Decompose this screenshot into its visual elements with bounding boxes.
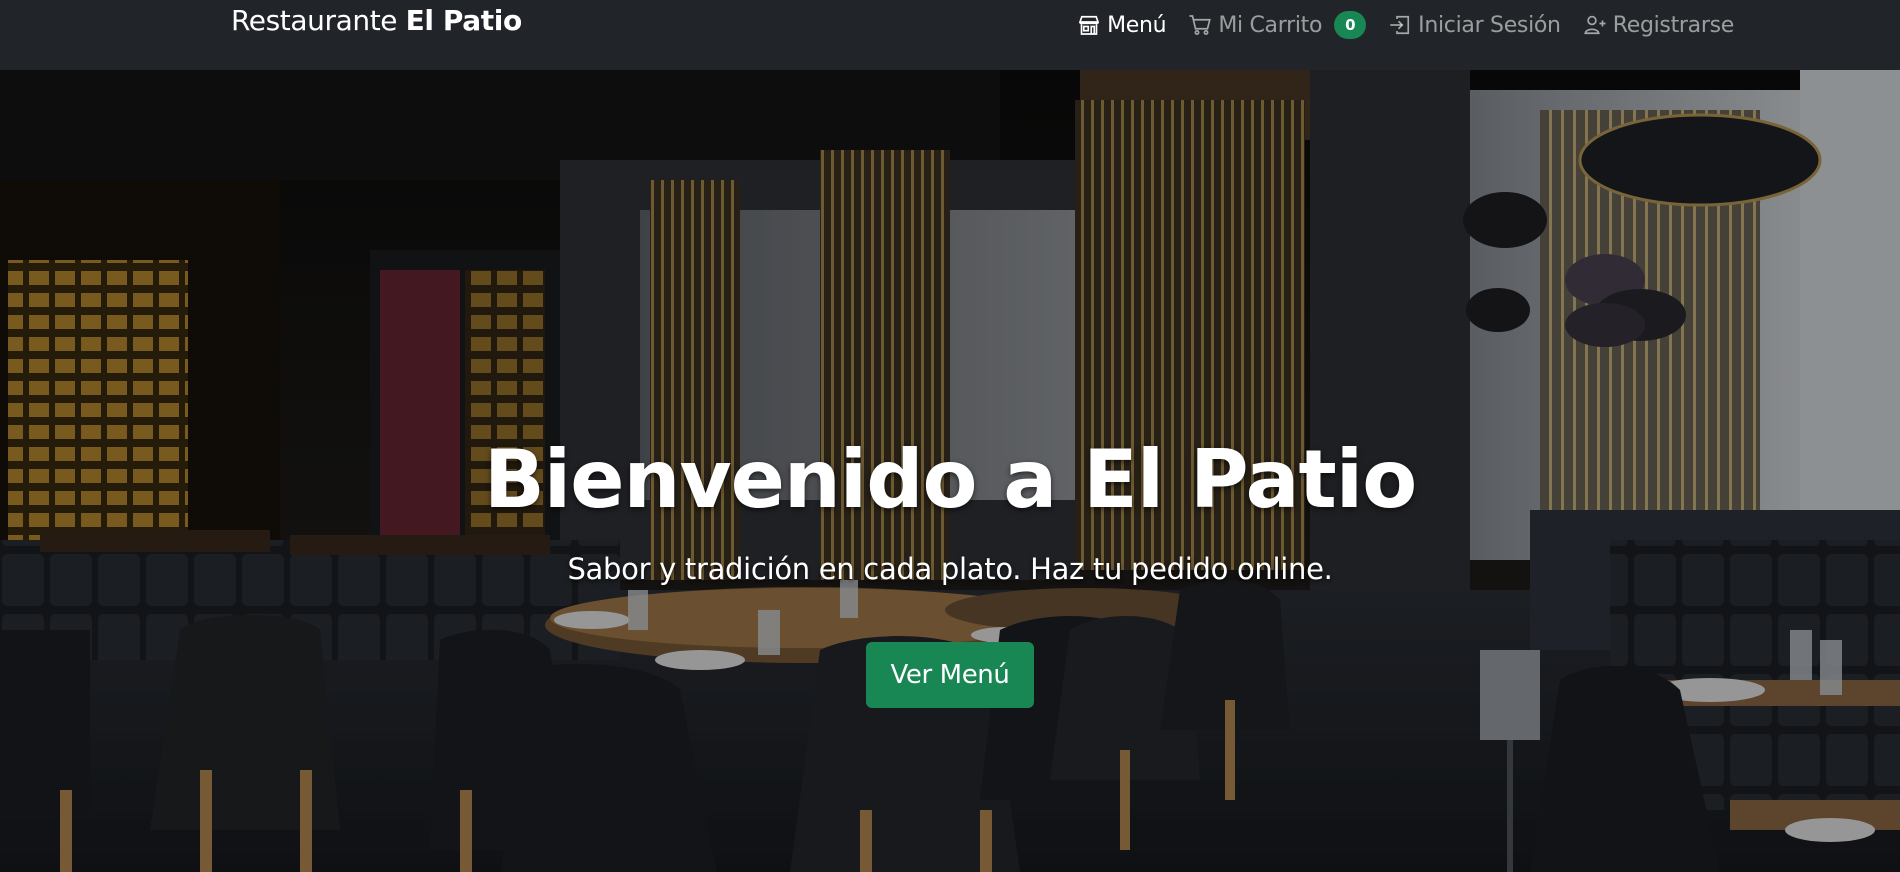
nav-item-menu[interactable]: Menú (1077, 12, 1167, 38)
nav-item-label: Menú (1107, 12, 1167, 38)
brand-prefix: Restaurante (231, 4, 406, 37)
nav-item-login[interactable]: Iniciar Sesión (1388, 13, 1561, 38)
shop-icon (1077, 13, 1101, 37)
nav-links: Menú Mi Carrito 0 Iniciar Sesión Registr… (1077, 8, 1734, 42)
cart-count-badge: 0 (1334, 11, 1367, 39)
hero-subtitle: Sabor y tradición en cada plato. Haz tu … (567, 552, 1333, 586)
cart-icon (1188, 13, 1212, 37)
person-plus-icon (1583, 13, 1607, 37)
hero-title: Bienvenido a El Patio (483, 433, 1417, 526)
nav-item-label: Iniciar Sesión (1418, 12, 1561, 38)
hero-section: Bienvenido a El Patio Sabor y tradición … (0, 70, 1900, 872)
nav-item-label: Mi Carrito (1218, 12, 1323, 38)
nav-item-register[interactable]: Registrarse (1583, 13, 1734, 38)
nav-item-label: Registrarse (1612, 12, 1735, 38)
nav-item-cart[interactable]: Mi Carrito 0 (1188, 11, 1367, 39)
login-icon (1388, 13, 1412, 37)
brand-link[interactable]: Restaurante El Patio (231, 4, 522, 38)
brand-name: El Patio (405, 4, 523, 37)
view-menu-button[interactable]: Ver Menú (866, 642, 1034, 708)
top-navbar: Restaurante El Patio Menú Mi Carrito 0 I… (0, 0, 1900, 70)
